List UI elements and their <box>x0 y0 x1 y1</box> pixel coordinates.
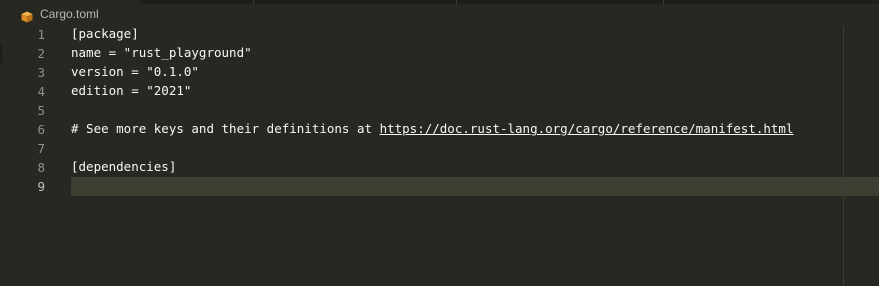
line-number: 7 <box>37 141 45 156</box>
line-text[interactable]: version = "0.1.0" <box>71 64 199 80</box>
code-line[interactable]: 4 edition = "2021" <box>0 82 879 101</box>
code-line[interactable]: 6 # See more keys and their definitions … <box>0 120 879 139</box>
tab-label: Cargo.toml <box>40 7 99 21</box>
tab-divider <box>456 0 457 4</box>
line-number: 9 <box>0 177 45 196</box>
comment-text: # See more keys and their definitions at <box>71 121 380 136</box>
tab-divider <box>253 0 254 4</box>
line-number: 5 <box>37 103 45 118</box>
line-text[interactable]: # See more keys and their definitions at… <box>71 121 793 137</box>
code-line[interactable]: 1 [package] <box>0 25 879 44</box>
line-number: 8 <box>37 160 45 175</box>
code-line[interactable]: 3 version = "0.1.0" <box>0 63 879 82</box>
line-text[interactable]: [dependencies] <box>71 159 176 175</box>
tab-bar: Cargo.toml <box>0 0 879 24</box>
code-line[interactable]: 2 name = "rust_playground" <box>0 44 879 63</box>
code-line-active[interactable]: 9 <box>0 177 879 196</box>
vertical-ruler <box>843 26 844 286</box>
line-number: 4 <box>37 84 45 99</box>
line-number: 2 <box>37 46 45 61</box>
line-number: 3 <box>37 65 45 80</box>
code-line[interactable]: 8 [dependencies] <box>0 158 879 177</box>
code-line[interactable]: 7 <box>0 139 879 158</box>
tab-divider <box>663 0 664 4</box>
code-editor[interactable]: Cargo.toml 1 [package] 2 name = "rust_pl… <box>0 0 879 286</box>
line-text[interactable]: [package] <box>71 26 139 42</box>
package-icon <box>21 8 33 23</box>
line-number: 6 <box>37 122 45 137</box>
manifest-link[interactable]: https://doc.rust-lang.org/cargo/referenc… <box>380 121 794 136</box>
line-text[interactable]: edition = "2021" <box>71 83 191 99</box>
tab-cargo-toml[interactable]: Cargo.toml <box>0 0 140 24</box>
line-text[interactable]: name = "rust_playground" <box>71 45 252 61</box>
line-number: 1 <box>37 27 45 42</box>
code-lines[interactable]: 1 [package] 2 name = "rust_playground" 3… <box>0 25 879 196</box>
code-line[interactable]: 5 <box>0 101 879 120</box>
